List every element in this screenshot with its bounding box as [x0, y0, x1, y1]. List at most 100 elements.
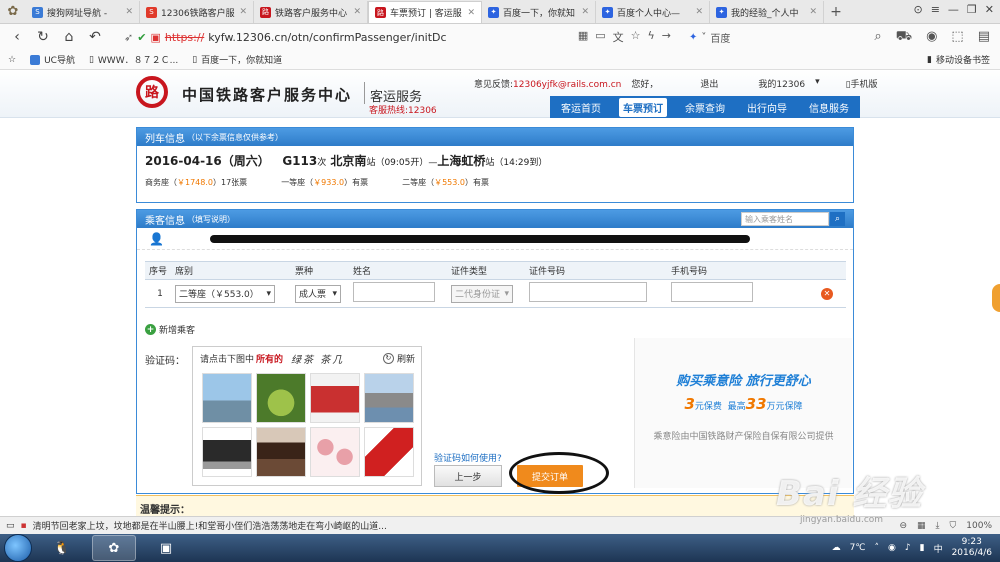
reader-icon[interactable]: ▭: [595, 29, 605, 45]
search-icon[interactable]: ⌕: [830, 212, 845, 226]
qr-icon[interactable]: ▦: [578, 29, 588, 45]
restore-icon[interactable]: ❐: [967, 3, 977, 16]
tab-label: 百度一下，你就知: [503, 8, 576, 19]
captcha-image-flower-tea[interactable]: [310, 427, 360, 477]
tab-railway-service[interactable]: 路 铁路客户服务中心 ✕: [254, 1, 368, 23]
captcha-image-tea-table[interactable]: [256, 427, 306, 477]
grid-icon[interactable]: ▦: [917, 521, 926, 531]
tab-baidu[interactable]: ✦ 百度一下，你就知 ✕: [482, 1, 596, 23]
url-input[interactable]: ➶ ✔ ▣ https://kyfw.12306.cn/otn/confirmP…: [120, 27, 675, 47]
captcha-help-link[interactable]: 验证码如何使用?: [434, 451, 502, 464]
seat-select[interactable]: 二等座（￥553.0） ▾: [175, 284, 275, 303]
passenger-search-input[interactable]: 输入乘客姓名: [741, 212, 829, 226]
tab-baidu-personal[interactable]: ✦ 百度个人中心— ✕: [596, 1, 710, 23]
uc-browser-icon[interactable]: ✿: [92, 535, 136, 561]
close-icon[interactable]: ✕: [985, 3, 994, 16]
delete-row-icon[interactable]: ✕: [821, 287, 833, 300]
tab-12306[interactable]: S 12306铁路客户服 ✕: [140, 1, 254, 23]
nav-ticket-query[interactable]: 余票查询: [681, 98, 729, 117]
captcha-image-arch-bridge[interactable]: [364, 373, 414, 423]
screenshot-icon[interactable]: ⬚: [951, 29, 963, 46]
zoom-out-icon[interactable]: ⊖: [899, 521, 907, 531]
weather-temp[interactable]: 7℃: [850, 543, 866, 553]
ime-icon[interactable]: 中: [934, 542, 943, 555]
volume-icon[interactable]: ♪: [905, 543, 911, 553]
ticket-type-select[interactable]: 成人票 ▾: [295, 284, 341, 303]
tab-sogou[interactable]: S 搜狗网址导航 - ✕: [26, 1, 140, 23]
browser-logo-icon[interactable]: ✿: [0, 0, 26, 23]
shield-icon[interactable]: ⛉: [950, 521, 957, 531]
network-icon[interactable]: ◉: [888, 543, 896, 553]
logout-link[interactable]: 退出: [700, 77, 718, 90]
railway-logo-icon[interactable]: 路: [136, 76, 168, 108]
side-float-tab[interactable]: [992, 284, 1000, 312]
menu-icon[interactable]: ≡: [931, 3, 940, 16]
tab-close-icon[interactable]: ✕: [353, 7, 361, 17]
row-index: 1: [145, 279, 171, 308]
clock[interactable]: 9:23 2016/4/6: [952, 537, 992, 559]
wifi-icon[interactable]: ◉: [926, 29, 937, 46]
mobile-link[interactable]: ▯手机版: [846, 77, 878, 90]
tab-close-icon[interactable]: ✕: [695, 7, 703, 17]
star-icon[interactable]: ☆: [631, 29, 641, 45]
tab-close-icon[interactable]: ✕: [467, 8, 475, 18]
tab-baidu-jingyan[interactable]: ✦ 我的经验_个人中 ✕: [710, 1, 824, 23]
fill-instructions-link[interactable]: （填写说明）: [187, 214, 235, 225]
captcha-image-bridge[interactable]: [202, 373, 252, 423]
bookmark-baidu[interactable]: ▯ 百度一下，你就知道: [192, 53, 282, 67]
chevron-down-icon[interactable]: ▾: [815, 77, 820, 90]
nav-home[interactable]: 客运首页: [557, 98, 605, 117]
nav-ticket-booking[interactable]: 车票预订: [619, 97, 667, 117]
captcha-image-green-tea[interactable]: [256, 373, 306, 423]
battery-icon[interactable]: ▮: [920, 543, 925, 553]
bookmark-872c[interactable]: ▯ WWW．８７２Ｃ...: [88, 53, 178, 67]
tab-ticket-booking[interactable]: 路 车票预订 | 客运服 ✕: [368, 1, 482, 23]
chevron-up-icon[interactable]: ˄: [875, 543, 880, 553]
nav-travel-guide[interactable]: 出行向导: [743, 98, 791, 117]
search-icon[interactable]: ⌕: [874, 29, 881, 46]
captcha-image-coffee-table[interactable]: [202, 427, 252, 477]
add-passenger-button[interactable]: + 新增乘客: [145, 323, 195, 336]
undo-icon[interactable]: ↶: [84, 27, 106, 47]
new-tab-button[interactable]: +: [824, 1, 848, 23]
reload-icon[interactable]: ↻: [32, 27, 54, 47]
search-box[interactable]: ✦ ˅ 百度: [689, 30, 809, 45]
skin-icon[interactable]: ⊙: [913, 3, 922, 16]
zoom-level[interactable]: 100%: [966, 521, 992, 531]
page-icon: ▯: [88, 54, 94, 65]
tab-close-icon[interactable]: ✕: [125, 7, 133, 17]
refresh-captcha-button[interactable]: ↻ 刷新: [382, 352, 415, 365]
tab-close-icon[interactable]: ✕: [809, 7, 817, 17]
my12306-link[interactable]: 我的12306: [758, 77, 805, 90]
captcha-image-scarf[interactable]: [364, 427, 414, 477]
back-icon[interactable]: ‹: [6, 27, 28, 47]
flash-icon[interactable]: ϟ: [648, 29, 655, 45]
system-tray: ☁ 7℃ ˄ ◉ ♪ ▮ 中 9:23 2016/4/6: [832, 537, 1000, 559]
tab-close-icon[interactable]: ✕: [581, 7, 589, 17]
star-icon[interactable]: ☆: [8, 55, 16, 65]
start-button[interactable]: [4, 534, 32, 562]
news-ticker[interactable]: 清明节回老家上坟，坟地都是在半山腰上!和堂哥小侄们浩浩荡荡地走在弯小崎岖的山道.…: [33, 519, 387, 532]
id-number-input[interactable]: [529, 282, 647, 302]
apps-icon[interactable]: ▤: [978, 29, 990, 46]
translate-icon[interactable]: 文: [613, 29, 624, 45]
mobile-bookmarks[interactable]: ▮ 移动设备书签: [927, 53, 1000, 67]
phone-input[interactable]: [671, 282, 753, 302]
cart-icon[interactable]: ⛟: [896, 29, 912, 46]
screen-app-icon[interactable]: ▣: [144, 535, 188, 561]
secure-icon: ✔: [137, 30, 147, 44]
nav-info-service[interactable]: 信息服务: [805, 98, 853, 117]
feedback-email-link[interactable]: 12306yjfk@rails.com.cn: [513, 80, 621, 90]
captcha-image-radio[interactable]: [310, 373, 360, 423]
home-icon[interactable]: ⌂: [58, 27, 80, 47]
download-icon[interactable]: ⤓: [936, 521, 940, 531]
name-input[interactable]: [353, 282, 435, 302]
forward-icon[interactable]: →: [662, 29, 671, 45]
chat-icon[interactable]: ▭: [6, 521, 15, 531]
previous-step-button[interactable]: 上一步: [434, 465, 502, 487]
minimize-icon[interactable]: —: [948, 3, 959, 16]
tab-close-icon[interactable]: ✕: [239, 7, 247, 17]
qq-icon[interactable]: 🐧: [40, 535, 84, 561]
bookmark-uc[interactable]: UC导航: [30, 53, 75, 66]
id-type-select[interactable]: 二代身份证 ▾: [451, 284, 513, 303]
